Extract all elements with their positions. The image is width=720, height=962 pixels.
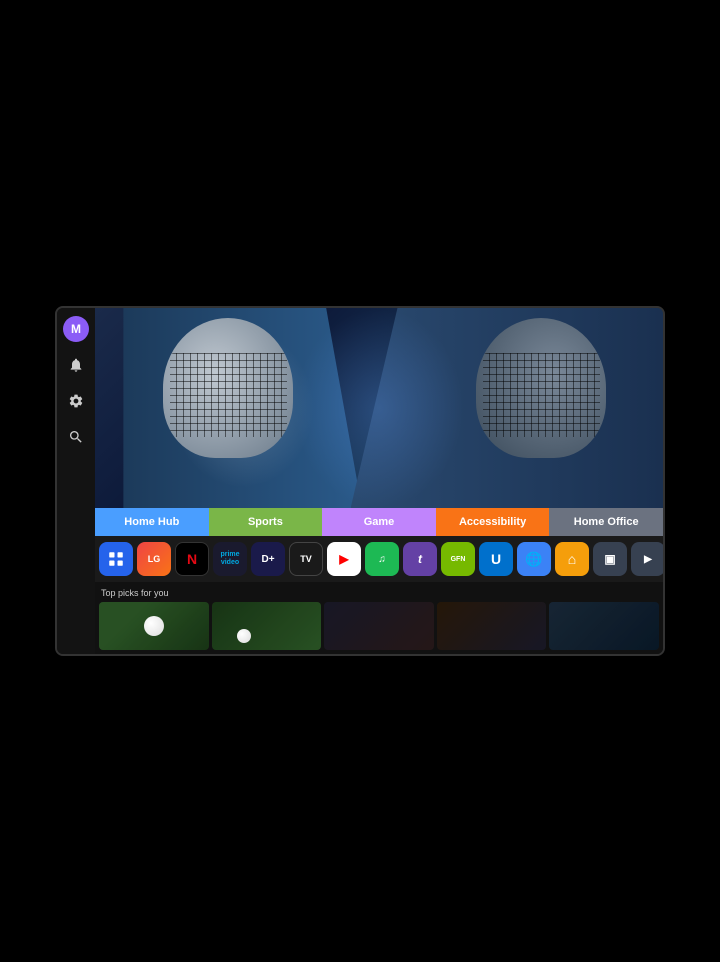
- tab-home-office[interactable]: Home Office: [549, 508, 663, 536]
- app-all-apps[interactable]: [99, 542, 133, 576]
- pick-item-1[interactable]: [99, 602, 209, 650]
- picks-label: Top picks for you: [99, 586, 659, 602]
- tv-screen: M Home Hub Sports Game Ac: [55, 306, 665, 656]
- notification-icon[interactable]: [63, 352, 89, 378]
- pick-item-4[interactable]: [437, 602, 547, 650]
- app-geforce-now[interactable]: GFN: [441, 542, 475, 576]
- apps-row: LG N primevideo D+ TV ▶ ♫ t GFN U 🌐 ⌂ ▣: [95, 536, 663, 582]
- settings-icon[interactable]: [63, 388, 89, 414]
- tab-home-hub[interactable]: Home Hub: [95, 508, 209, 536]
- pick-item-2[interactable]: [212, 602, 322, 650]
- app-web-browser[interactable]: 🌐: [517, 542, 551, 576]
- nav-tabs: Home Hub Sports Game Accessibility Home …: [95, 508, 663, 536]
- tab-sports[interactable]: Sports: [209, 508, 323, 536]
- tab-game[interactable]: Game: [322, 508, 436, 536]
- app-netflix[interactable]: N: [175, 542, 209, 576]
- hero-banner: [95, 308, 663, 508]
- app-disney-plus[interactable]: D+: [251, 542, 285, 576]
- tab-accessibility[interactable]: Accessibility: [436, 508, 550, 536]
- main-content: Home Hub Sports Game Accessibility Home …: [95, 308, 663, 654]
- app-lg-channels[interactable]: LG: [137, 542, 171, 576]
- pick-item-5[interactable]: [549, 602, 659, 650]
- app-more[interactable]: ▶: [631, 542, 663, 576]
- app-youtube[interactable]: ▶: [327, 542, 361, 576]
- app-apple-tv[interactable]: TV: [289, 542, 323, 576]
- app-screen-share[interactable]: ▣: [593, 542, 627, 576]
- helmet-left: [163, 318, 293, 458]
- app-spotify[interactable]: ♫: [365, 542, 399, 576]
- app-smart-home[interactable]: ⌂: [555, 542, 589, 576]
- user-avatar[interactable]: M: [63, 316, 89, 342]
- app-twitch[interactable]: t: [403, 542, 437, 576]
- search-icon[interactable]: [63, 424, 89, 450]
- picks-section: Top picks for you: [95, 582, 663, 654]
- app-ubisoft[interactable]: U: [479, 542, 513, 576]
- sidebar: M: [57, 308, 95, 654]
- pick-item-3[interactable]: [324, 602, 434, 650]
- app-prime-video[interactable]: primevideo: [213, 542, 247, 576]
- helmet-right: [476, 318, 606, 458]
- helmet-glow: [294, 308, 464, 508]
- picks-row: [99, 602, 659, 650]
